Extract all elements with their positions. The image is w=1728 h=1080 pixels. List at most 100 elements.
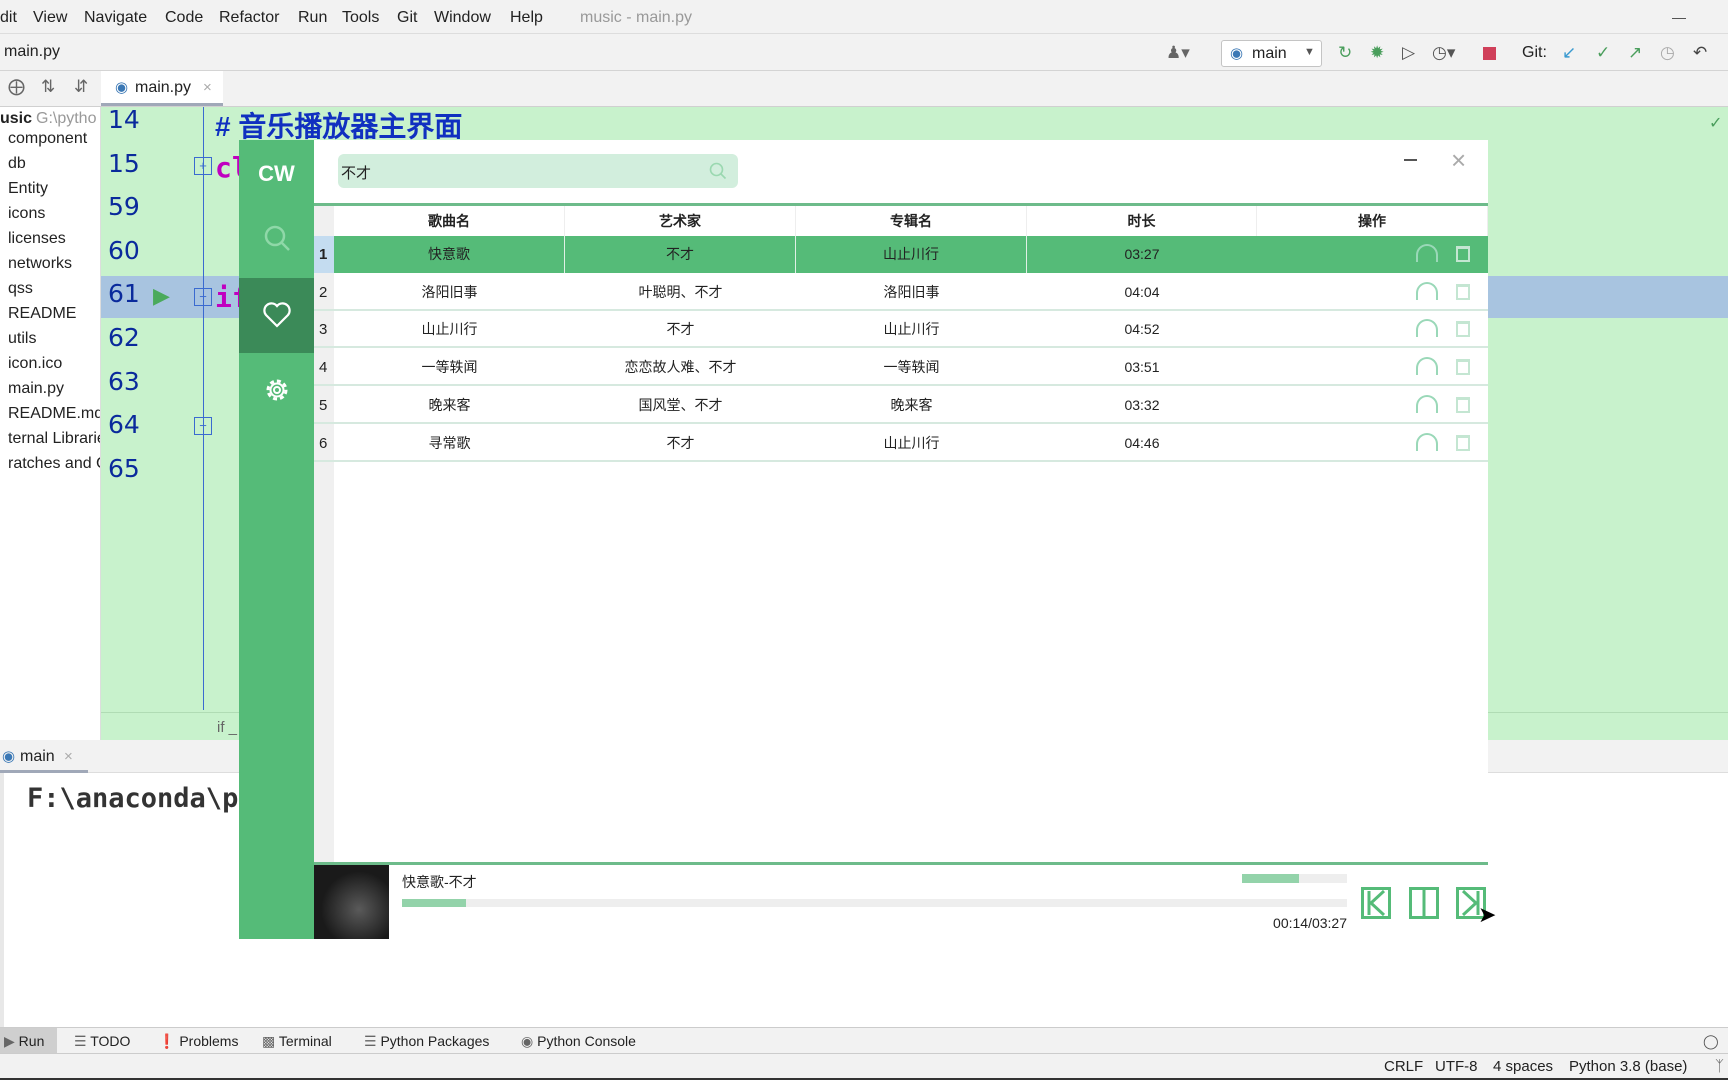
coverage-icon[interactable]: ▷: [1402, 43, 1415, 63]
menu-run[interactable]: Run: [298, 9, 327, 27]
table-row[interactable]: 4 一等轶闻 恋恋故人难、不才 一等轶闻 03:51: [314, 349, 1488, 387]
menu-edit[interactable]: dit: [0, 9, 17, 27]
tool-tab-terminal[interactable]: ▩ Terminal: [262, 1033, 332, 1050]
tree-item[interactable]: Entity: [8, 180, 48, 198]
tree-item[interactable]: README.md: [8, 405, 100, 423]
play-headphones-icon[interactable]: [1416, 319, 1438, 338]
table-row[interactable]: 6 寻常歌 不才 山止川行 04:46: [314, 425, 1488, 462]
play-headphones-icon[interactable]: [1416, 394, 1438, 413]
menu-window[interactable]: Window: [434, 9, 491, 27]
menu-git[interactable]: Git: [397, 9, 417, 27]
breadcrumb[interactable]: main.py: [4, 43, 60, 61]
delete-trash-icon[interactable]: [1456, 283, 1470, 300]
play-headphones-icon[interactable]: [1416, 432, 1438, 451]
tree-item[interactable]: README: [8, 305, 76, 323]
close-tab-icon[interactable]: ×: [64, 748, 73, 765]
column-header[interactable]: 专辑名: [796, 206, 1027, 236]
minimize-icon[interactable]: [1672, 18, 1686, 19]
project-root[interactable]: usic: [0, 110, 32, 128]
menu-navigate[interactable]: Navigate: [84, 9, 147, 27]
close-tab-icon[interactable]: ×: [203, 79, 212, 96]
tool-tab-run[interactable]: ▶ Run: [4, 1033, 44, 1050]
run-gutter-icon[interactable]: ▶: [153, 283, 170, 309]
file-encoding[interactable]: UTF-8: [1435, 1058, 1478, 1075]
delete-trash-icon[interactable]: [1456, 434, 1470, 451]
delete-trash-icon[interactable]: [1456, 246, 1470, 262]
tree-item[interactable]: licenses: [8, 230, 66, 248]
column-header[interactable]: 时长: [1027, 206, 1257, 236]
debug-icon[interactable]: ✹: [1370, 43, 1384, 63]
cell-artist: 不才: [666, 434, 695, 451]
git-commit-icon[interactable]: ✓: [1596, 43, 1610, 63]
play-headphones-icon[interactable]: [1416, 357, 1438, 376]
menu-refactor[interactable]: Refactor: [219, 9, 279, 27]
tree-item[interactable]: utils: [8, 330, 36, 348]
play-headphones-icon[interactable]: [1416, 244, 1438, 262]
run-config-dropdown[interactable]: ◉ main ▼: [1221, 40, 1322, 67]
user-icon[interactable]: ♟▾: [1166, 43, 1190, 63]
sidebar-item-favorites[interactable]: [239, 278, 314, 353]
search-box[interactable]: 不才: [338, 154, 738, 188]
sidebar-item-settings[interactable]: [239, 353, 314, 428]
git-push-icon[interactable]: ↗: [1628, 43, 1642, 63]
editor-breadcrumb[interactable]: if _: [217, 719, 237, 736]
inspection-ok-icon[interactable]: ✓: [1709, 113, 1722, 133]
column-header[interactable]: 艺术家: [565, 206, 796, 236]
menu-view[interactable]: View: [33, 9, 67, 27]
profile-icon[interactable]: ◷▾: [1432, 43, 1455, 63]
menu-code[interactable]: Code: [165, 9, 203, 27]
delete-trash-icon[interactable]: [1456, 321, 1470, 338]
rollback-icon[interactable]: ↶: [1693, 43, 1707, 63]
tree-item[interactable]: ternal Librarie: [8, 430, 100, 448]
tree-item[interactable]: qss: [8, 280, 33, 298]
event-log-icon[interactable]: ◯: [1703, 1033, 1719, 1050]
tree-item[interactable]: main.py: [8, 380, 64, 398]
tool-tab-todo[interactable]: ☰ TODO: [74, 1033, 130, 1050]
tree-item[interactable]: db: [8, 155, 26, 173]
rerun-icon[interactable]: ↻: [1338, 43, 1352, 63]
tree-item[interactable]: component: [8, 130, 87, 148]
delete-trash-icon[interactable]: [1456, 396, 1470, 413]
volume-slider[interactable]: [1242, 874, 1347, 883]
tool-tab-python-console[interactable]: ◉ Python Console: [521, 1033, 636, 1050]
play-headphones-icon[interactable]: [1416, 281, 1438, 300]
run-tab-main[interactable]: ◉ main ×: [0, 742, 88, 773]
expand-all-icon[interactable]: ⇅: [41, 77, 55, 97]
fold-collapse-icon[interactable]: −: [194, 288, 212, 306]
tool-tab-problems[interactable]: ❗ Problems: [158, 1033, 238, 1050]
python-interpreter[interactable]: Python 3.8 (base): [1569, 1058, 1687, 1075]
search-input[interactable]: 不才: [341, 162, 371, 183]
menu-help[interactable]: Help: [510, 9, 543, 27]
table-row[interactable]: 3 山止川行 不才 山止川行 04:52: [314, 311, 1488, 349]
table-row[interactable]: 1 快意歌 不才 山止川行 03:27: [314, 236, 1488, 273]
sidebar-item-search[interactable]: [239, 200, 314, 278]
stop-icon[interactable]: [1483, 47, 1496, 60]
git-branch-icon[interactable]: ᛉ: [1715, 1058, 1724, 1075]
column-header[interactable]: 操作: [1257, 206, 1488, 236]
column-header[interactable]: 歌曲名: [334, 206, 565, 236]
fold-expand-icon[interactable]: +: [194, 157, 212, 175]
line-separator[interactable]: CRLF: [1384, 1058, 1423, 1075]
tree-item[interactable]: networks: [8, 255, 72, 273]
progress-bar[interactable]: [402, 899, 1347, 907]
close-button[interactable]: ×: [1451, 145, 1466, 176]
tool-tab-python-packages[interactable]: ☰ Python Packages: [364, 1033, 489, 1050]
history-icon[interactable]: ◷: [1660, 43, 1675, 63]
indent-setting[interactable]: 4 spaces: [1493, 1058, 1553, 1075]
git-update-icon[interactable]: ↙: [1562, 43, 1576, 63]
table-row[interactable]: 5 晚来客 国风堂、不才 晚来客 03:32: [314, 387, 1488, 424]
delete-trash-icon[interactable]: [1456, 359, 1470, 376]
collapse-all-icon[interactable]: ⇵: [74, 77, 88, 97]
locate-icon[interactable]: ⨁: [8, 77, 25, 97]
tab-main-py[interactable]: ◉ main.py ×: [101, 71, 223, 106]
table-row[interactable]: 2 洛阳旧事 叶聪明、不才 洛阳旧事 04:04: [314, 274, 1488, 311]
search-icon[interactable]: [709, 162, 727, 180]
pause-button[interactable]: [1409, 887, 1439, 919]
fold-end-icon[interactable]: −: [194, 417, 212, 435]
tree-item[interactable]: ratches and C: [8, 455, 100, 473]
minimize-button[interactable]: [1404, 159, 1417, 161]
tree-item[interactable]: icon.ico: [8, 355, 62, 373]
menu-tools[interactable]: Tools: [342, 9, 379, 27]
previous-button[interactable]: [1361, 887, 1391, 919]
tree-item[interactable]: icons: [8, 205, 45, 223]
